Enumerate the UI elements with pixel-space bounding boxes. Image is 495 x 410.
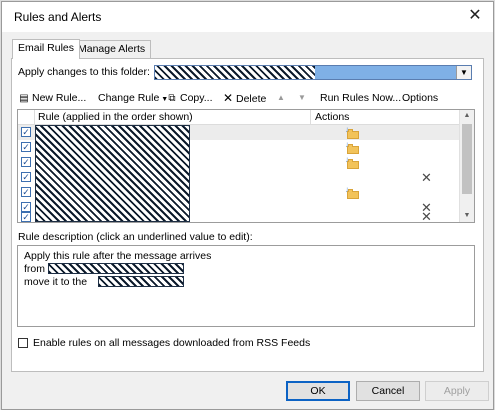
move-to-folder-icon (347, 129, 359, 139)
description-line-move: move it to the (24, 276, 88, 288)
move-to-folder-icon (347, 189, 359, 199)
rule-checkbox[interactable]: ✓ (21, 187, 31, 197)
rule-checkbox[interactable]: ✓ (21, 127, 31, 137)
move-up-icon[interactable]: ▲ (277, 90, 285, 106)
folder-combobox[interactable]: ▼ (154, 65, 472, 80)
column-separator (310, 110, 311, 124)
run-rules-now-label: Run Rules Now... (320, 92, 402, 104)
apply-button[interactable]: Apply (425, 381, 489, 401)
rule-checkbox[interactable]: ✓ (21, 172, 31, 182)
title-bar: Rules and Alerts ✕ (2, 2, 493, 32)
column-header-rule[interactable]: Rule (applied in the order shown) (38, 111, 193, 123)
delete-x-icon: ✕ (421, 211, 432, 222)
window-title: Rules and Alerts (14, 10, 102, 24)
move-to-folder-icon (347, 144, 359, 154)
column-header-actions[interactable]: Actions (315, 111, 349, 123)
tab-manage-alerts-label: Manage Alerts (78, 43, 146, 55)
options-label: Options (402, 92, 439, 104)
scroll-up-icon[interactable]: ▲ (460, 110, 474, 122)
rules-list-scrollbar[interactable]: ▲ ▼ (459, 110, 474, 222)
cancel-label: Cancel (371, 385, 405, 397)
rule-checkbox[interactable]: ✓ (21, 212, 31, 222)
change-rule-label: Change Rule (98, 92, 160, 104)
folder-label: Apply changes to this folder: (18, 66, 150, 78)
description-line-trigger: Apply this rule after the message arrive… (24, 250, 212, 262)
description-line-from: from (24, 263, 45, 275)
redacted-sender-link[interactable] (48, 263, 184, 274)
new-rule-label: New Rule... (32, 92, 87, 104)
rss-rules-checkbox[interactable] (18, 338, 28, 348)
ok-label: OK (310, 385, 326, 397)
rules-and-alerts-dialog: Rules and Alerts ✕ Email Rules Manage Al… (1, 1, 494, 410)
email-rules-panel: Apply changes to this folder: ▼ ▤ New Rul… (11, 58, 484, 372)
new-rule-button[interactable]: ▤ New Rule... (18, 90, 86, 106)
rule-description-box: Apply this rule after the message arrive… (17, 245, 475, 327)
delete-button[interactable]: ✕ Delete (222, 90, 266, 106)
rules-list[interactable]: Rule (applied in the order shown) Action… (17, 109, 475, 223)
change-rule-button[interactable]: Change Rule ▼ (98, 90, 168, 106)
delete-x-icon: ✕ (421, 170, 432, 185)
copy-button[interactable]: ⧉ Copy... (166, 90, 212, 106)
tab-email-rules[interactable]: Email Rules (12, 39, 81, 59)
redacted-rule-names (35, 125, 190, 222)
rules-list-header: Rule (applied in the order shown) Action… (18, 110, 461, 125)
redacted-folder-link[interactable] (98, 276, 184, 287)
move-down-icon[interactable]: ▼ (298, 90, 306, 106)
rss-rules-label[interactable]: Enable rules on all messages downloaded … (33, 337, 310, 349)
rules-toolbar: ▤ New Rule... Change Rule ▼ ⧉ Copy... ✕ Del… (18, 90, 478, 106)
rule-checkbox[interactable]: ✓ (21, 142, 31, 152)
new-rule-icon: ▤ (19, 93, 29, 104)
scrollbar-thumb[interactable] (462, 124, 472, 194)
cancel-button[interactable]: Cancel (356, 381, 420, 401)
move-to-folder-icon (347, 159, 359, 169)
tab-email-rules-label: Email Rules (18, 42, 75, 54)
run-rules-now-button[interactable]: Run Rules Now... (320, 90, 401, 106)
redacted-folder-name (155, 66, 315, 79)
apply-label: Apply (443, 385, 471, 397)
column-separator (34, 110, 35, 124)
copy-label: Copy... (180, 92, 213, 104)
chevron-down-icon[interactable]: ▼ (456, 66, 471, 79)
delete-label: Delete (236, 93, 267, 105)
delete-icon: ✕ (222, 91, 234, 105)
copy-icon: ⧉ (168, 93, 176, 104)
rule-description-label: Rule description (click an underlined va… (18, 231, 253, 243)
rule-checkbox[interactable]: ✓ (21, 157, 31, 167)
close-icon[interactable]: ✕ (465, 6, 485, 26)
ok-button[interactable]: OK (286, 381, 350, 401)
options-button[interactable]: Options (402, 90, 438, 106)
scroll-down-icon[interactable]: ▼ (460, 210, 474, 222)
tab-manage-alerts[interactable]: Manage Alerts (72, 40, 152, 58)
